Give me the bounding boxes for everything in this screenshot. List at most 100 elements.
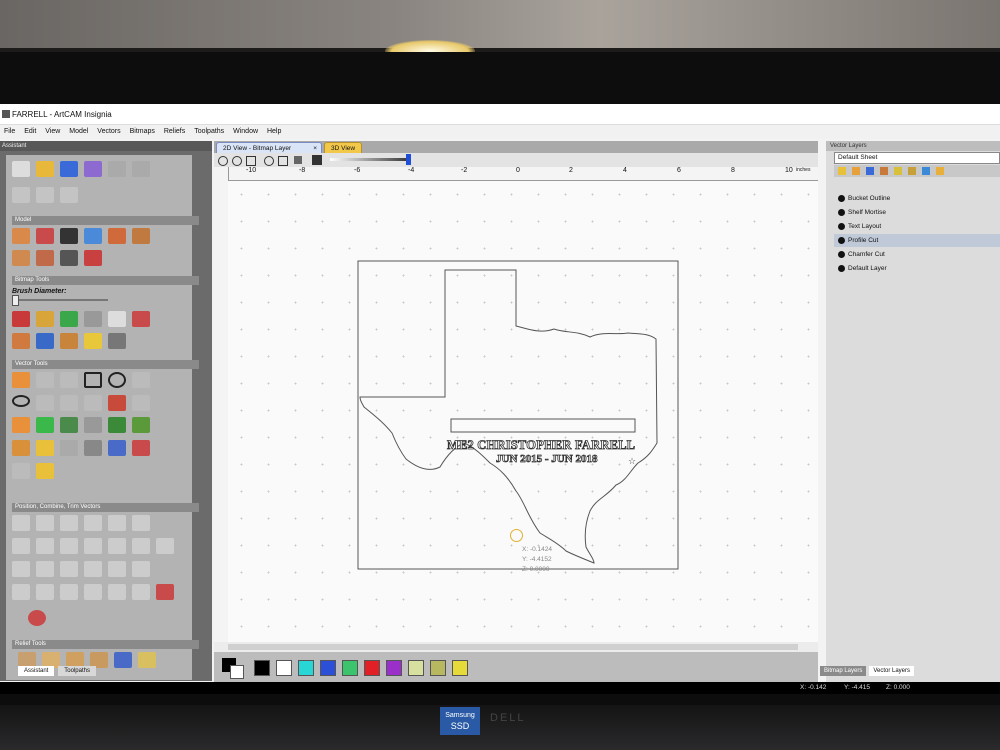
position-tool-19-icon[interactable] [132, 561, 150, 577]
arc-icon[interactable] [84, 395, 102, 411]
vector-tool-19-icon[interactable] [12, 440, 30, 456]
line-icon[interactable] [84, 311, 102, 327]
star-icon[interactable] [60, 395, 78, 411]
bitmap-tool-11-icon[interactable] [108, 333, 126, 349]
position-tool-6-icon[interactable] [132, 515, 150, 531]
layer-visibility-icon[interactable] [838, 223, 845, 230]
zoom-select-icon[interactable] [264, 156, 274, 166]
position-tool-17-icon[interactable] [84, 561, 102, 577]
tab-toolpaths[interactable]: Toolpaths [58, 666, 96, 676]
position-tool-8-icon[interactable] [36, 538, 54, 554]
node-edit-icon[interactable] [36, 372, 54, 388]
horizontal-scrollbar[interactable] [214, 642, 818, 652]
layer-visibility-icon[interactable] [838, 237, 845, 244]
vector-tool-14-icon[interactable] [36, 417, 54, 433]
position-tool-21-icon[interactable] [36, 584, 54, 600]
brush-diameter-slider[interactable] [12, 295, 108, 306]
menu-reliefs[interactable]: Reliefs [164, 128, 185, 135]
rectangle-icon[interactable] [84, 372, 102, 388]
zoom-prev-icon[interactable] [278, 156, 288, 166]
position-tool-2-icon[interactable] [36, 515, 54, 531]
redo-icon[interactable] [132, 161, 150, 177]
model-tool-4-icon[interactable] [84, 228, 102, 244]
undo-icon[interactable] [108, 161, 126, 177]
zoom-fit-icon[interactable] [246, 156, 256, 166]
model-section-header[interactable]: Model [12, 216, 199, 225]
vector-tool-15-icon[interactable] [60, 417, 78, 433]
cut-icon[interactable] [12, 187, 30, 203]
position-tool-16-icon[interactable] [60, 561, 78, 577]
menu-bitmaps[interactable]: Bitmaps [130, 128, 155, 135]
brush-icon[interactable] [36, 311, 54, 327]
relief-tools-header[interactable]: Relief Tools [12, 640, 199, 649]
save-layer-icon[interactable] [866, 167, 874, 175]
menu-view[interactable]: View [45, 128, 60, 135]
position-tool-9-icon[interactable] [60, 538, 78, 554]
layer-tool-8-icon[interactable] [936, 167, 944, 175]
position-tool-10-icon[interactable] [84, 538, 102, 554]
tab-assistant[interactable]: Assistant [18, 666, 55, 676]
multi-brush-icon[interactable] [60, 311, 78, 327]
position-tool-5-icon[interactable] [108, 515, 126, 531]
menu-help[interactable]: Help [267, 128, 281, 135]
color-swatch[interactable] [254, 660, 270, 676]
bitmap-tool-8-icon[interactable] [36, 333, 54, 349]
polygon-icon[interactable] [36, 395, 54, 411]
transform-icon[interactable] [60, 372, 78, 388]
layer-visibility-icon[interactable] [838, 209, 845, 216]
layer-row[interactable]: Shelf Mortise [834, 206, 1000, 219]
vector-tool-21-icon[interactable] [60, 440, 78, 456]
model-tool-3-icon[interactable] [60, 228, 78, 244]
bitmap-tool-9-icon[interactable] [60, 333, 78, 349]
vector-tools-header[interactable]: Vector Tools [12, 360, 199, 369]
scroll-thumb[interactable] [228, 644, 798, 650]
color-swatch[interactable] [298, 660, 314, 676]
sheet-dropdown[interactable]: Default Sheet [834, 152, 1000, 164]
color-swatch[interactable] [452, 660, 468, 676]
layer-row[interactable]: Default Layer [834, 262, 1000, 275]
position-tool-18-icon[interactable] [108, 561, 126, 577]
menu-toolpaths[interactable]: Toolpaths [194, 128, 224, 135]
model-settings-icon[interactable] [84, 161, 102, 177]
color-swatch[interactable] [342, 660, 358, 676]
model-tool-8-icon[interactable] [36, 250, 54, 266]
menu-file[interactable]: File [4, 128, 15, 135]
secondary-color-swatch[interactable] [230, 665, 244, 679]
model-tool-5-icon[interactable] [108, 228, 126, 244]
vector-tool-24-icon[interactable] [132, 440, 150, 456]
view-mode-icon[interactable] [312, 155, 322, 165]
color-swatch[interactable] [276, 660, 292, 676]
menu-vectors[interactable]: Vectors [97, 128, 120, 135]
position-combine-header[interactable]: Position, Combine, Trim Vectors [12, 503, 199, 512]
position-tool-23-icon[interactable] [84, 584, 102, 600]
model-tool-2-icon[interactable] [36, 228, 54, 244]
brush-slider-thumb[interactable] [12, 295, 19, 306]
layer-row[interactable]: Text Layout [834, 220, 1000, 233]
vector-tool-20-icon[interactable] [36, 440, 54, 456]
copy-icon[interactable] [36, 187, 54, 203]
new-file-icon[interactable] [12, 161, 30, 177]
position-tool-20-icon[interactable] [12, 584, 30, 600]
layer-row[interactable]: Chamfer Cut [834, 248, 1000, 261]
vector-tool-22-icon[interactable] [84, 440, 102, 456]
model-tool-10-icon[interactable] [84, 250, 102, 266]
vector-tool-6-icon[interactable] [132, 372, 150, 388]
layer-visibility-icon[interactable] [838, 195, 845, 202]
fill-icon[interactable] [132, 311, 150, 327]
menu-edit[interactable]: Edit [24, 128, 36, 135]
color-swatch[interactable] [386, 660, 402, 676]
open-folder-icon[interactable] [36, 161, 54, 177]
blend-slider[interactable] [330, 158, 410, 161]
position-tool-15-icon[interactable] [36, 561, 54, 577]
menu-model[interactable]: Model [69, 128, 88, 135]
tab-bitmap-layers[interactable]: Bitmap Layers [820, 666, 867, 676]
position-tool-27-icon[interactable] [28, 610, 46, 626]
layer-tool-7-icon[interactable] [922, 167, 930, 175]
vector-tool-13-icon[interactable] [12, 417, 30, 433]
select-arrow-icon[interactable] [12, 372, 30, 388]
layer-tool-5-icon[interactable] [894, 167, 902, 175]
position-tool-25-icon[interactable] [132, 584, 150, 600]
position-tool-24-icon[interactable] [108, 584, 126, 600]
position-tool-7-icon[interactable] [12, 538, 30, 554]
position-tool-4-icon[interactable] [84, 515, 102, 531]
